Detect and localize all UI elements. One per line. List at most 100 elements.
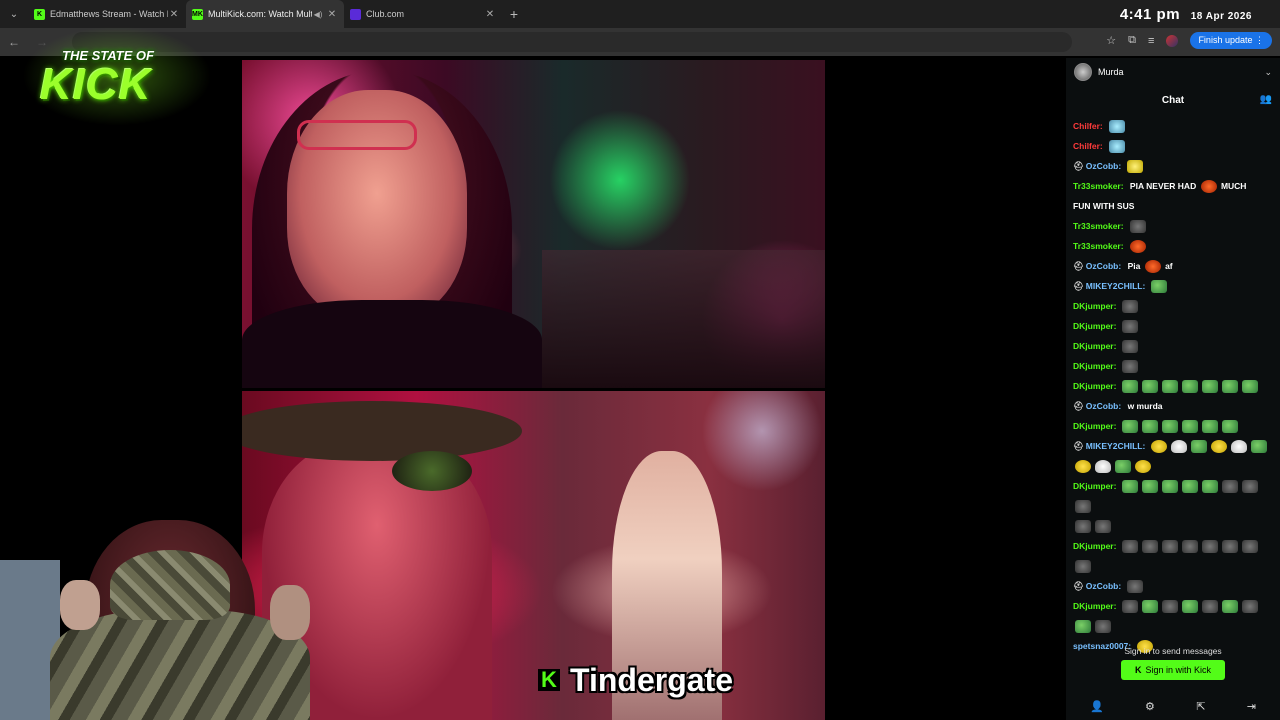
emote-icon — [1075, 460, 1091, 474]
popout-icon[interactable]: ⇱ — [1196, 700, 1205, 713]
emote-icon — [1144, 260, 1161, 274]
emote-icon — [1115, 460, 1131, 474]
chat-username[interactable]: OzCobb: — [1086, 581, 1121, 591]
chat-text: af — [1162, 261, 1173, 271]
emote-icon — [1075, 520, 1091, 534]
profile-avatar[interactable] — [1166, 34, 1179, 47]
chat-username[interactable]: MIKEY2CHILL: — [1086, 281, 1146, 291]
chat-username[interactable]: DKjumper: — [1073, 321, 1116, 331]
speaker-icon[interactable]: ◀) — [312, 10, 324, 19]
chat-username[interactable]: DKjumper: — [1073, 421, 1116, 431]
emote-icon — [1122, 420, 1139, 434]
tab-multikick[interactable]: MK MultiKick.com: Watch Multiple ◀) ✕ — [186, 0, 344, 28]
chat-message: ⛑ OzCobb: — [1073, 576, 1273, 596]
chat-message: DKjumper: — [1073, 336, 1273, 356]
emote-icon — [1242, 600, 1259, 614]
chat-message: DKjumper: — [1073, 416, 1273, 436]
emote-icon — [1182, 600, 1199, 614]
chat-username[interactable]: DKjumper: — [1073, 601, 1116, 611]
chat-message: DKjumper: — [1073, 536, 1273, 556]
streamer-webcam — [0, 520, 390, 720]
chat-username[interactable]: OzCobb: — [1086, 161, 1121, 171]
emote-icon — [1129, 240, 1146, 254]
caption-text: Tindergate — [570, 661, 733, 698]
toolbar-actions: ☆ ⧉ ≡ Finish update ⋮ — [1106, 32, 1272, 49]
clock-overlay: 4:41 pm 18 Apr 2026 — [1120, 6, 1252, 23]
extensions-icon[interactable]: ⧉ — [1128, 34, 1136, 47]
emote-icon — [1129, 220, 1146, 234]
gear-icon[interactable]: ⚙ — [1145, 700, 1155, 713]
emote-icon — [1151, 440, 1168, 454]
chat-username[interactable]: OzCobb: — [1086, 401, 1121, 411]
emote-icon — [1200, 180, 1217, 194]
chat-text: MUCH — [1218, 181, 1247, 191]
hand — [270, 585, 310, 640]
emote-icon — [1142, 480, 1159, 494]
emote-icon — [1222, 420, 1239, 434]
emote-icon — [1142, 420, 1159, 434]
add-user-icon[interactable]: 👤 — [1090, 700, 1104, 713]
chat-username[interactable]: Tr33smoker: — [1073, 241, 1124, 251]
emote-icon — [1095, 460, 1111, 474]
emote-icon — [1242, 380, 1259, 394]
emote-icon — [1095, 620, 1111, 634]
badge-icon: ⛑ — [1073, 441, 1084, 451]
clock-time: 4:41 pm — [1119, 6, 1181, 23]
chat-channel-selector[interactable]: Murda ⌄ — [1066, 58, 1280, 86]
channel-avatar — [1074, 63, 1092, 81]
chat-username[interactable]: DKjumper: — [1073, 341, 1116, 351]
sunglasses — [392, 451, 472, 491]
chat-username[interactable]: DKjumper: — [1073, 541, 1116, 551]
media-controls-icon[interactable]: ≡ — [1148, 35, 1154, 47]
chat-footer: 👤 ⚙ ⇱ ⇥ — [1066, 692, 1280, 720]
chat-username[interactable]: Chilfer: — [1073, 121, 1103, 131]
exit-icon[interactable]: ⇥ — [1247, 700, 1256, 713]
badge-icon: ⛑ — [1073, 281, 1084, 291]
emote-icon — [1182, 420, 1199, 434]
signin-button-label: Sign in with Kick — [1145, 665, 1212, 675]
chat-username[interactable]: Tr33smoker: — [1073, 181, 1124, 191]
tab-club[interactable]: Club.com ✕ — [344, 0, 502, 28]
emote-icon — [1171, 440, 1188, 454]
chat-message: Tr33smoker: — [1073, 236, 1273, 256]
emote-icon — [1242, 480, 1259, 494]
tab-edmatthews[interactable]: K Edmatthews Stream - Watch Live ✕ — [28, 0, 186, 28]
emote-icon — [1182, 480, 1199, 494]
chat-message: ⛑ OzCobb: w murda — [1073, 396, 1273, 416]
chat-message: DKjumper: — [1073, 356, 1273, 376]
emote-icon — [1202, 480, 1219, 494]
chat-username[interactable]: DKjumper: — [1073, 301, 1116, 311]
close-tab-icon[interactable]: ✕ — [484, 9, 496, 20]
shirt — [242, 300, 542, 388]
bookmark-star-icon[interactable]: ☆ — [1106, 34, 1116, 47]
tab-title: MultiKick.com: Watch Multiple — [208, 9, 312, 19]
new-tab-icon[interactable]: + — [502, 6, 526, 22]
caption-overlay: K Tindergate — [538, 660, 733, 700]
clock-date: 18 Apr 2026 — [1190, 11, 1252, 22]
chat-username[interactable]: OzCobb: — [1086, 261, 1121, 271]
chat-username[interactable]: DKjumper: — [1073, 381, 1116, 391]
chat-username[interactable]: Tr33smoker: — [1073, 221, 1124, 231]
close-tab-icon[interactable]: ✕ — [168, 9, 180, 20]
tab-search-icon[interactable]: ⌄ — [0, 0, 28, 28]
emote-icon — [1162, 540, 1179, 554]
chat-username[interactable]: DKjumper: — [1073, 361, 1116, 371]
address-bar[interactable] — [72, 32, 1072, 52]
video-player-top[interactable] — [242, 60, 825, 388]
chat-message: Tr33smoker: — [1073, 216, 1273, 236]
chevron-down-icon[interactable]: ⌄ — [1264, 67, 1272, 78]
emote-icon — [1122, 320, 1139, 334]
close-tab-icon[interactable]: ✕ — [326, 9, 338, 20]
chat-username[interactable]: MIKEY2CHILL: — [1086, 441, 1146, 451]
finish-update-button[interactable]: Finish update ⋮ — [1190, 32, 1272, 49]
signin-button[interactable]: K Sign in with Kick — [1121, 660, 1225, 680]
emote-icon — [1122, 540, 1139, 554]
emote-icon — [1231, 440, 1248, 454]
hand — [60, 580, 100, 630]
emote-icon — [1122, 340, 1139, 354]
users-icon[interactable]: 👥 — [1260, 94, 1272, 105]
multikick-icon: MK — [192, 8, 203, 20]
chat-username[interactable]: Chilfer: — [1073, 141, 1103, 151]
emote-icon — [1108, 120, 1125, 134]
chat-username[interactable]: DKjumper: — [1073, 481, 1116, 491]
